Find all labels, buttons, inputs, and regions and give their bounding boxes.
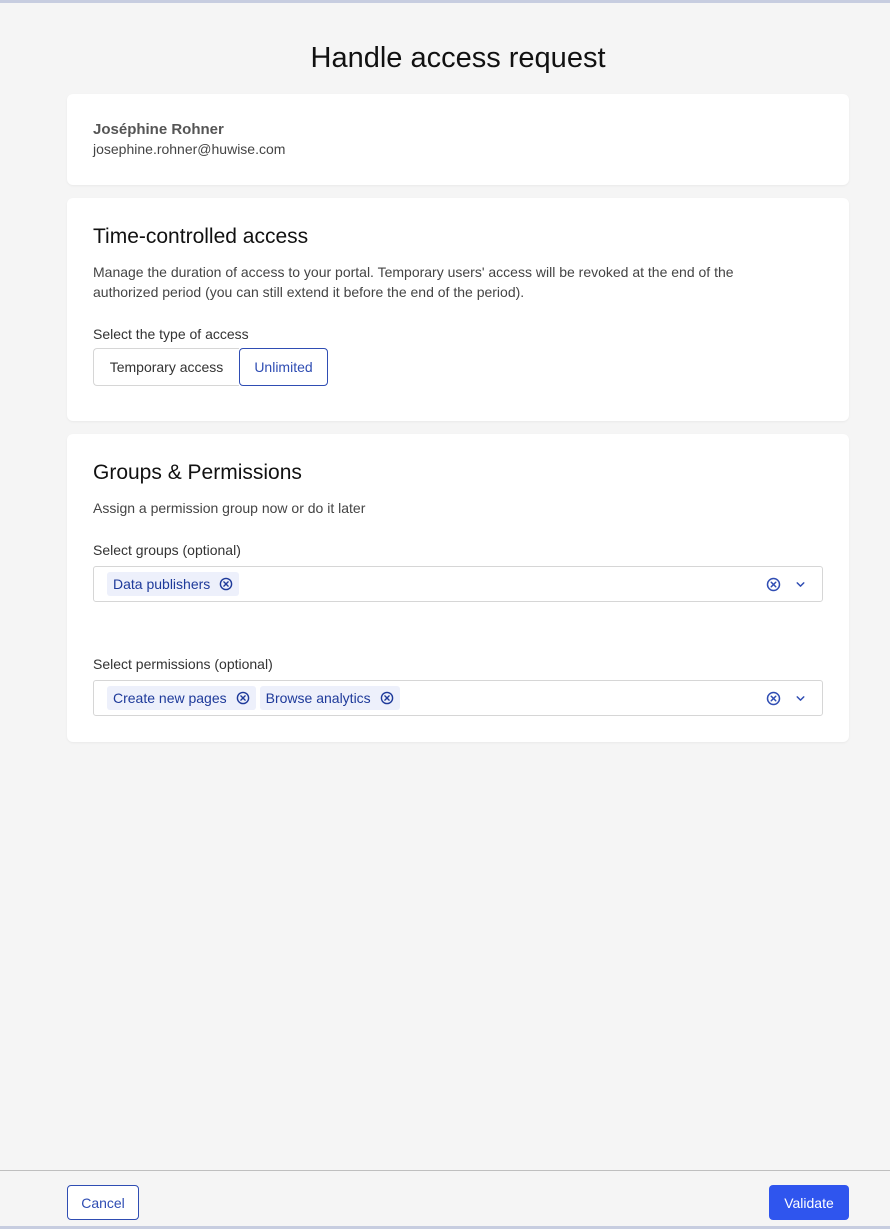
top-border xyxy=(0,0,890,3)
permissions-select[interactable]: Create new pages Browse analytics xyxy=(93,680,823,716)
validate-button[interactable]: Validate xyxy=(769,1185,849,1220)
groups-select-label: Select groups (optional) xyxy=(93,542,241,558)
permissions-select-label: Select permissions (optional) xyxy=(93,656,273,672)
page-title: Handle access request xyxy=(310,42,606,74)
groups-description: Assign a permission group now or do it l… xyxy=(93,500,366,516)
access-type-segmented-control: Temporary access Unlimited xyxy=(93,348,823,386)
time-access-title: Time-controlled access xyxy=(93,225,309,248)
permission-chip: Browse analytics xyxy=(259,686,400,710)
permission-chip: Create new pages xyxy=(107,686,256,710)
remove-chip-icon[interactable] xyxy=(380,691,394,705)
chevron-down-icon[interactable] xyxy=(794,578,807,591)
groups-select[interactable]: Data publishers xyxy=(93,566,823,602)
cancel-button[interactable]: Cancel xyxy=(67,1185,139,1220)
user-card: Joséphine Rohner josephine.rohner@huwise… xyxy=(67,94,849,185)
clear-all-icon[interactable] xyxy=(766,691,781,706)
time-controlled-access-card: Time-controlled access Manage the durati… xyxy=(67,198,849,421)
footer-bar: Cancel Validate xyxy=(0,1170,890,1229)
permission-chip-label: Create new pages xyxy=(113,690,227,706)
clear-all-icon[interactable] xyxy=(766,577,781,592)
groups-title: Groups & Permissions xyxy=(93,461,302,484)
chevron-down-icon[interactable] xyxy=(794,692,807,705)
group-chip: Data publishers xyxy=(107,572,240,596)
remove-chip-icon[interactable] xyxy=(236,691,250,705)
permission-chip-label: Browse analytics xyxy=(265,690,371,706)
groups-permissions-card: Groups & Permissions Assign a permission… xyxy=(67,434,849,742)
user-name: Joséphine Rohner xyxy=(93,121,224,138)
remove-chip-icon[interactable] xyxy=(219,577,233,591)
access-type-label: Select the type of access xyxy=(93,326,249,342)
user-email: josephine.rohner@huwise.com xyxy=(93,141,286,157)
time-access-description: Manage the duration of access to your po… xyxy=(93,264,734,300)
temporary-access-option[interactable]: Temporary access xyxy=(93,348,239,386)
group-chip-label: Data publishers xyxy=(113,576,211,592)
unlimited-option[interactable]: Unlimited xyxy=(239,348,328,386)
